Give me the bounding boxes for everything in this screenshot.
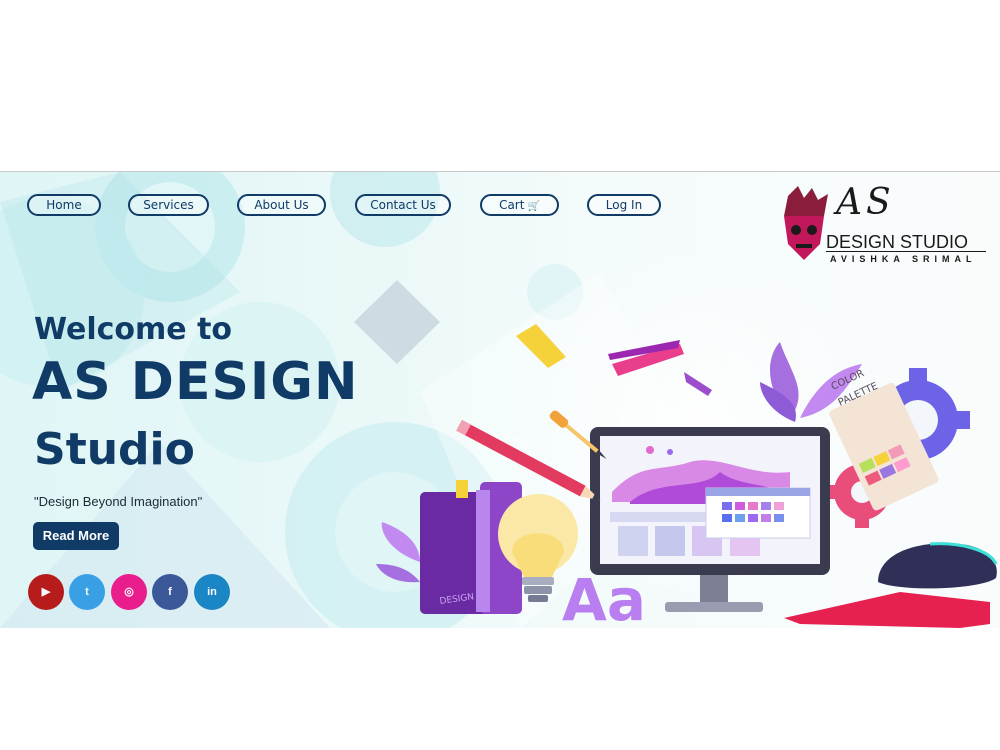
nav-login-link[interactable]: Log In: [587, 194, 661, 216]
logo-owner-name: AVISHKA SRIMAL: [830, 254, 977, 264]
instagram-icon[interactable]: ◎: [111, 574, 147, 610]
logo-studio-name: DESIGN STUDIO: [826, 232, 969, 252]
read-more-button[interactable]: Read More: [33, 522, 119, 550]
social-links: ▶ t ◎ f in: [28, 574, 238, 610]
youtube-icon[interactable]: ▶: [28, 574, 64, 610]
logo-divider: [826, 251, 986, 252]
shopping-cart-icon: 🛒: [527, 201, 540, 212]
hero-tagline: "Design Beyond Imagination": [34, 494, 203, 509]
brand-logo[interactable]: AS DESIGN STUDIO AVISHKA SRIMAL: [778, 182, 990, 266]
twitter-icon[interactable]: t: [69, 574, 105, 610]
hero-studio-title: Studio: [34, 424, 195, 475]
nav-home-link[interactable]: Home: [27, 194, 101, 216]
nav-cart-link[interactable]: Cart 🛒: [480, 194, 559, 216]
type-sample: Aa: [562, 566, 646, 628]
facebook-icon[interactable]: f: [152, 574, 188, 610]
hero-brand-title: AS DESIGN: [32, 352, 359, 412]
nav-services-link[interactable]: Services: [128, 194, 209, 216]
nav-contact-link[interactable]: Contact Us: [355, 194, 451, 216]
hero-welcome-text: Welcome to: [34, 312, 233, 347]
main-nav: Home Services About Us Contact Us Cart 🛒 …: [0, 194, 700, 218]
nav-cart-label: Cart: [499, 198, 525, 212]
nav-about-link[interactable]: About Us: [237, 194, 326, 216]
logo-monogram: AS: [836, 182, 895, 223]
mask-logo-icon: [784, 186, 828, 260]
hero-banner: COLOR PALETTE DESIGN DESIGN Aa Home Serv…: [0, 172, 1000, 628]
linkedin-icon[interactable]: in: [194, 574, 230, 610]
